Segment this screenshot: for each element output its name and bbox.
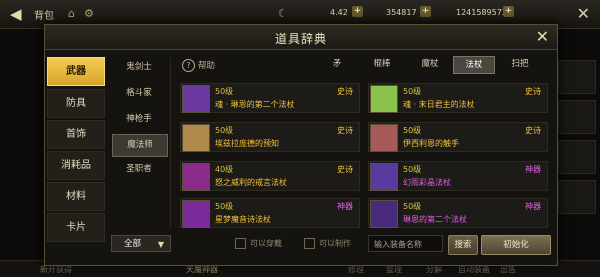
reset-button[interactable]: 初始化 — [481, 235, 551, 255]
category-consumable[interactable]: 消耗品 — [47, 151, 105, 180]
item-name: 伊西利恩的触手 — [403, 139, 459, 148]
inventory-slot[interactable] — [558, 100, 596, 134]
item-card[interactable]: 50级 琳恩的第二个法杖 神器 — [368, 198, 548, 228]
item-name: 琳恩的第二个法杖 — [403, 215, 467, 224]
back-arrow-icon[interactable]: ◀ — [10, 5, 22, 23]
currency-1: 4.42 — [330, 8, 348, 17]
item-level: 50级 — [215, 126, 234, 135]
item-name: 怒之威利的戒言法杖 — [215, 178, 287, 187]
dropdown-value: 全部 — [124, 239, 142, 249]
currency-2: 354817 — [386, 8, 417, 17]
item-card[interactable]: 50级 魂 · 末日君主的法杖 史诗 — [368, 83, 548, 113]
item-card[interactable]: 50级 埃兹拉庞德的预知 史诗 — [180, 122, 360, 152]
staff-icon — [182, 124, 210, 152]
item-level: 50级 — [215, 87, 234, 96]
divider — [170, 57, 171, 227]
category-material[interactable]: 材料 — [47, 182, 105, 211]
checkbox-icon — [235, 238, 246, 249]
help-label: 帮助 — [198, 61, 216, 71]
item-level: 50级 — [403, 202, 422, 211]
checkbox-craftable[interactable]: 可以制作 — [304, 238, 351, 249]
item-rarity: 史诗 — [337, 126, 353, 135]
chevron-down-icon: ▼ — [157, 240, 164, 249]
item-name: 星梦魔音诗法杖 — [215, 215, 271, 224]
item-level: 40级 — [215, 165, 234, 174]
staff-icon — [370, 163, 398, 191]
item-card[interactable]: 50级 伊西利恩的触手 史诗 — [368, 122, 548, 152]
inventory-slot[interactable] — [558, 180, 596, 214]
staff-icon — [182, 85, 210, 113]
subcategory-mage[interactable]: 魔法师 — [112, 134, 168, 157]
subcategory-gunner[interactable]: 神枪手 — [112, 109, 166, 130]
tab-spear[interactable]: 矛 — [322, 56, 352, 72]
modal-title: 道具辞典 — [274, 32, 327, 46]
checkbox-icon — [304, 238, 315, 249]
item-name: 埃兹拉庞德的预知 — [215, 139, 279, 148]
subcategory-slayer[interactable]: 鬼剑士 — [112, 57, 166, 78]
staff-icon — [370, 200, 398, 228]
filter-dropdown[interactable]: 全部 ▼ — [111, 235, 171, 252]
close-icon[interactable]: ✕ — [536, 27, 549, 46]
item-rarity: 神器 — [337, 202, 353, 211]
item-rarity: 史诗 — [525, 87, 541, 96]
staff-icon — [182, 200, 210, 228]
item-name: 幻雨彩晶法杖 — [403, 178, 451, 187]
category-card[interactable]: 卡片 — [47, 213, 105, 242]
tab-broom[interactable]: 扫把 — [503, 56, 537, 72]
item-card[interactable]: 40级 怒之威利的戒言法杖 史诗 — [180, 161, 360, 191]
item-rarity: 史诗 — [525, 126, 541, 135]
add-currency-2-icon[interactable]: + — [420, 6, 431, 17]
help-link[interactable]: ? 帮助 — [182, 59, 215, 72]
category-accessory[interactable]: 首饰 — [47, 120, 105, 149]
subcategory-fighter[interactable]: 格斗家 — [112, 83, 166, 104]
item-rarity: 史诗 — [337, 165, 353, 174]
checkbox-wearable[interactable]: 可以穿戴 — [235, 238, 282, 249]
item-name: 魂 · 末日君主的法杖 — [403, 100, 475, 109]
item-rarity: 史诗 — [337, 87, 353, 96]
search-button[interactable]: 搜索 — [448, 235, 478, 255]
category-weapon[interactable]: 武器 — [47, 57, 105, 86]
item-rarity: 神器 — [525, 202, 541, 211]
item-level: 50级 — [403, 87, 422, 96]
item-card[interactable]: 50级 幻雨彩晶法杖 神器 — [368, 161, 548, 191]
tab-staff[interactable]: 法杖 — [453, 56, 495, 74]
hud-title: 背包 — [34, 11, 54, 22]
home-icon[interactable]: ⌂ — [68, 7, 75, 20]
tab-rod[interactable]: 棍棒 — [367, 56, 397, 72]
search-input[interactable]: 输入装备名称 — [368, 235, 443, 252]
staff-icon — [370, 85, 398, 113]
item-card[interactable]: 50级 星梦魔音诗法杖 神器 — [180, 198, 360, 228]
checkbox-label: 可以制作 — [319, 239, 351, 248]
item-name: 魂 · 琳恩的第二个法杖 — [215, 100, 295, 109]
item-rarity: 神器 — [525, 165, 541, 174]
inventory-slot[interactable] — [558, 60, 596, 94]
modal-header: 道具辞典 ✕ — [45, 25, 557, 50]
checkbox-label: 可以穿戴 — [250, 239, 282, 248]
category-armor[interactable]: 防具 — [47, 89, 105, 118]
subcategory-priest[interactable]: 圣职者 — [112, 159, 166, 180]
item-level: 50级 — [403, 126, 422, 135]
hud-close-icon[interactable]: ✕ — [577, 4, 590, 23]
item-level: 50级 — [215, 202, 234, 211]
tab-wand[interactable]: 魔杖 — [413, 56, 447, 72]
inventory-slot[interactable] — [558, 140, 596, 174]
add-currency-1-icon[interactable]: + — [352, 6, 363, 17]
staff-icon — [182, 163, 210, 191]
item-level: 50级 — [403, 165, 422, 174]
add-currency-3-icon[interactable]: + — [503, 6, 514, 17]
item-dictionary-modal: 道具辞典 ✕ 武器 防具 首饰 消耗品 材料 卡片 鬼剑士 格斗家 神枪手 魔法… — [44, 24, 558, 266]
item-card[interactable]: 50级 魂 · 琳恩的第二个法杖 史诗 — [180, 83, 360, 113]
staff-icon — [370, 124, 398, 152]
gear-icon[interactable]: ⚙ — [84, 7, 94, 20]
currency-3: 1241589573 — [456, 8, 507, 17]
moon-icon: ☾ — [278, 7, 288, 20]
question-icon: ? — [182, 59, 195, 72]
